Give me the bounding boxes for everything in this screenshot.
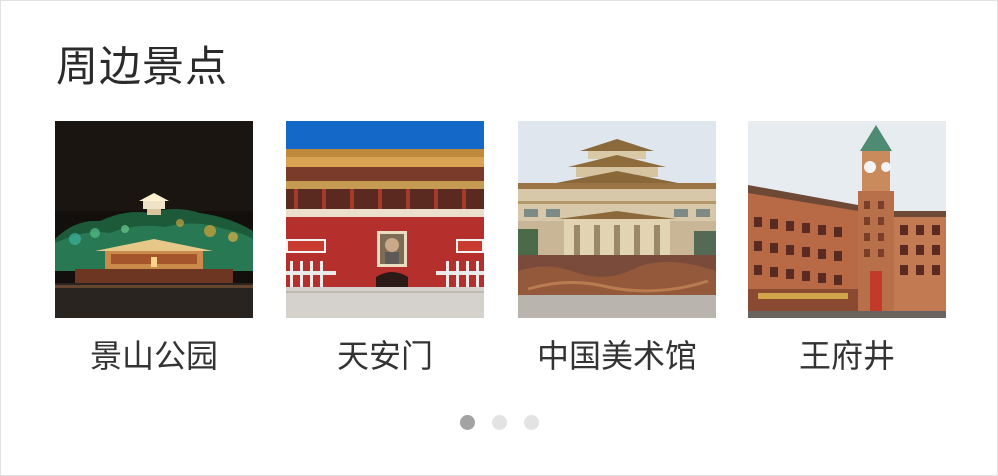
pagination-dot-1[interactable] (460, 415, 475, 430)
pagination-dot-3[interactable] (524, 415, 539, 430)
spot-card-wangfujing[interactable]: 王府井 (748, 121, 946, 376)
nearby-attractions-card: 周边景点 景山公园 天安门 中国美术馆 王府井 (0, 0, 998, 476)
carousel-pagination (460, 415, 539, 431)
spot-label[interactable]: 天安门 (286, 336, 484, 376)
spot-card-jingshan-park[interactable]: 景山公园 (55, 121, 253, 376)
spot-label[interactable]: 王府井 (748, 336, 946, 376)
pagination-dot-2[interactable] (492, 415, 507, 430)
spot-image-jingshan-park[interactable] (55, 121, 253, 318)
spot-image-tiananmen[interactable] (286, 121, 484, 318)
spot-label[interactable]: 中国美术馆 (518, 336, 716, 376)
section-title: 周边景点 (56, 42, 229, 91)
spot-card-national-art-museum[interactable]: 中国美术馆 (518, 121, 716, 376)
spot-image-wangfujing[interactable] (748, 121, 946, 318)
spot-image-national-art-museum[interactable] (518, 121, 716, 318)
spot-card-tiananmen[interactable]: 天安门 (286, 121, 484, 376)
spot-label[interactable]: 景山公园 (55, 336, 253, 376)
